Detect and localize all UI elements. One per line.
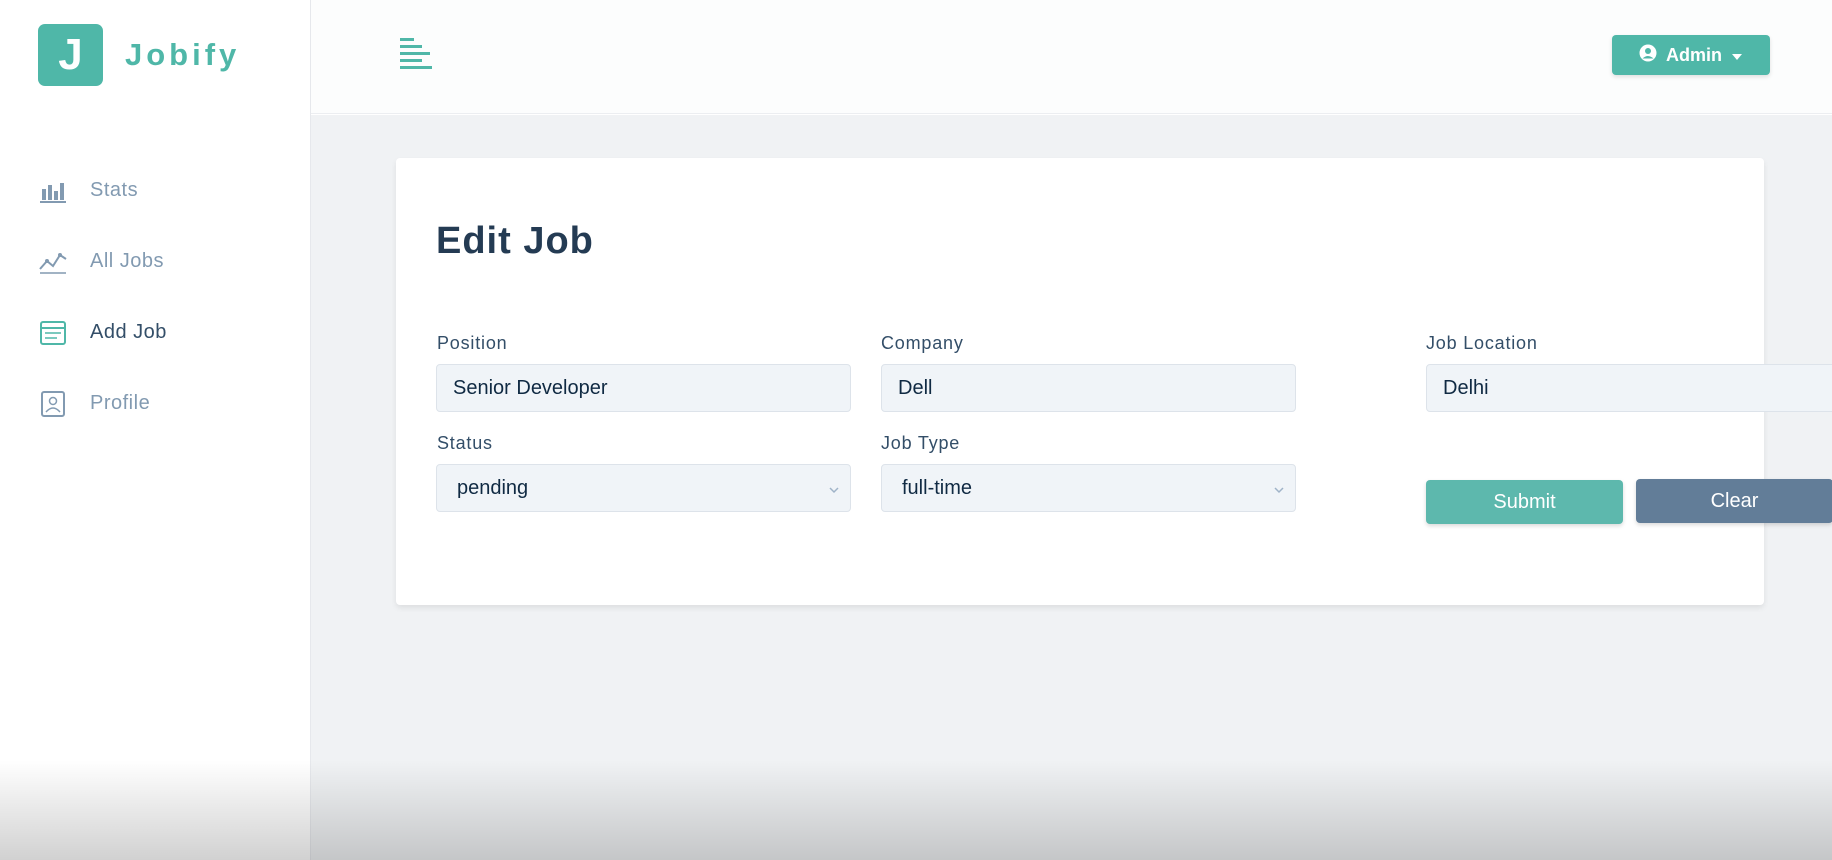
bar-chart-icon [38, 177, 68, 205]
job-location-label: Job Location [1426, 333, 1538, 353]
submit-button[interactable]: Submit [1426, 480, 1623, 524]
brand-name: Jobify [125, 37, 241, 72]
logo[interactable]: J Jobify [38, 24, 240, 86]
chevron-down-icon [1273, 480, 1285, 494]
page-title: Edit Job [436, 220, 594, 262]
position-label: Position [437, 333, 508, 353]
position-input[interactable] [436, 364, 851, 412]
id-card-icon [38, 390, 68, 418]
sidebar-item-profile[interactable]: Profile [0, 368, 311, 439]
sidebar-nav: Stats All Jobs Add Job Profile [0, 155, 311, 439]
sidebar-item-label: Add Job [90, 321, 167, 343]
job-location-input[interactable] [1426, 364, 1832, 412]
form-icon [38, 319, 68, 347]
job-type-select[interactable]: full-time [881, 464, 1296, 512]
job-type-value: full-time [902, 476, 973, 499]
sidebar-item-label: Stats [90, 179, 139, 201]
user-menu-button[interactable]: Admin [1612, 35, 1770, 75]
main-content: Edit Job Position Company Job Location S… [311, 115, 1832, 860]
edit-job-form: Edit Job Position Company Job Location S… [396, 158, 1832, 605]
sidebar-item-add-job[interactable]: Add Job [0, 297, 311, 368]
app-root: J Jobify Stats All Jobs Add Job Profile … [0, 0, 1832, 860]
logo-mark: J [38, 24, 103, 86]
sidebar-item-label: All Jobs [90, 250, 165, 272]
chart-line-icon [38, 248, 68, 276]
top-navbar: Admin [311, 0, 1832, 114]
sidebar: J Jobify Stats All Jobs Add Job Profile [0, 0, 311, 860]
user-circle-icon [1639, 44, 1657, 67]
company-input[interactable] [881, 364, 1296, 412]
clear-button[interactable]: Clear [1636, 479, 1832, 523]
menu-icon[interactable] [398, 36, 438, 72]
sidebar-item-label: Profile [90, 392, 151, 414]
status-label: Status [437, 433, 493, 453]
sidebar-item-stats[interactable]: Stats [0, 155, 311, 226]
user-name: Admin [1666, 44, 1722, 65]
caret-down-icon [1731, 45, 1743, 66]
sidebar-item-all-jobs[interactable]: All Jobs [0, 226, 311, 297]
job-type-label: Job Type [881, 433, 961, 453]
company-label: Company [881, 333, 964, 353]
status-value: pending [457, 476, 529, 499]
chevron-down-icon [828, 480, 840, 494]
status-select[interactable]: pending [436, 464, 851, 512]
